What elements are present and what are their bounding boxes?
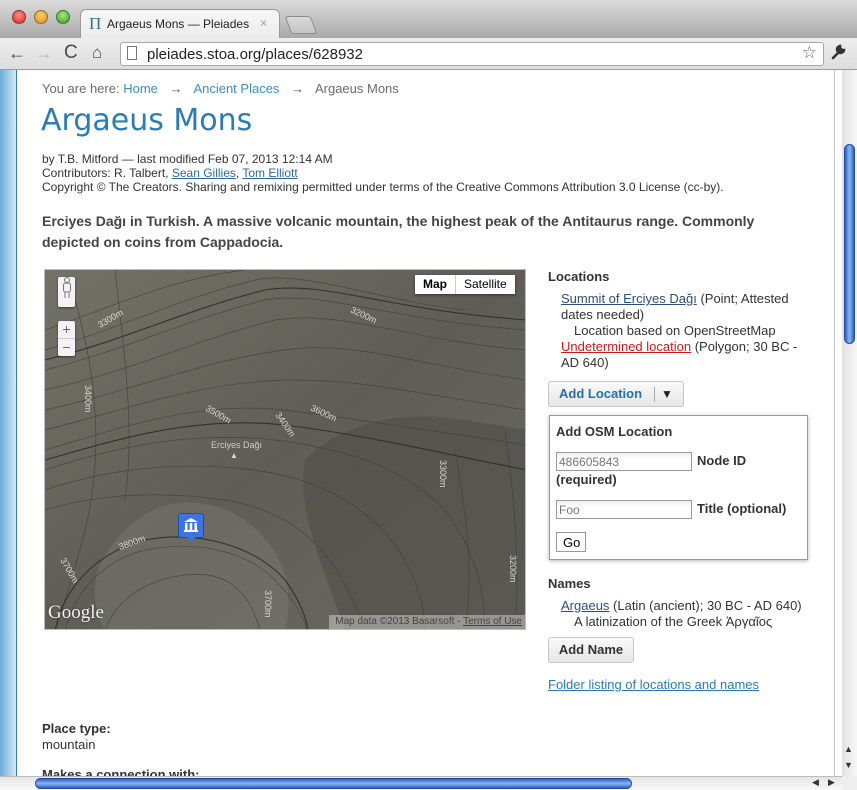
tab-title: Argaeus Mons — Pleiades xyxy=(107,17,250,31)
page-title: Argaeus Mons xyxy=(41,103,253,138)
name-detail: (Latin (ancient); 30 BC - AD 640) xyxy=(609,598,802,613)
node-id-input[interactable] xyxy=(556,452,692,471)
reload-icon[interactable]: C xyxy=(64,42,78,64)
location-link[interactable]: Undetermined location xyxy=(561,339,691,354)
button-divider xyxy=(654,387,655,402)
home-icon[interactable]: ⌂ xyxy=(92,42,102,64)
vertical-scrollbar[interactable]: ▲ ▼ xyxy=(842,70,857,776)
scroll-left-arrow-icon[interactable]: ◀ xyxy=(812,777,819,788)
map-attribution: Map data ©2013 Basarsoft - Terms of Use xyxy=(329,615,525,629)
location-note: Location based on OpenStreetMap xyxy=(574,323,776,338)
folder-listing-link[interactable]: Folder listing of locations and names xyxy=(548,677,759,693)
add-location-button[interactable]: Add Location ▼ xyxy=(548,381,684,407)
go-button[interactable]: Go xyxy=(556,532,586,552)
add-location-label: Add Location xyxy=(559,386,643,401)
name-note: A latinization of the Greek Ἀργαῖος xyxy=(574,614,773,629)
map-type-satellite-button[interactable]: Satellite xyxy=(456,275,515,294)
resize-grip-icon[interactable] xyxy=(842,776,857,790)
pleiades-favicon-icon: Π xyxy=(89,14,102,33)
close-window-button[interactable] xyxy=(12,10,26,24)
connections-heading: Makes a connection with: xyxy=(42,767,200,776)
side-column: Locations Summit of Erciyes Dağı (Point;… xyxy=(548,269,818,692)
zoom-in-button[interactable]: + xyxy=(58,321,75,339)
marker-pointer xyxy=(186,536,196,542)
name-link[interactable]: Argaeus xyxy=(561,598,609,613)
byline: by T.B. Mitford — last modified Feb 07, … xyxy=(42,152,333,166)
new-tab-button[interactable] xyxy=(284,16,318,34)
wrench-menu-icon[interactable] xyxy=(830,44,846,65)
breadcrumb-separator: → xyxy=(291,81,305,96)
bookmark-star-icon[interactable]: ☆ xyxy=(802,43,817,63)
contributors: Contributors: R. Talbert, Sean Gillies, … xyxy=(42,166,298,180)
breadcrumb-home[interactable]: Home xyxy=(123,81,158,96)
peak-triangle-icon: ▲ xyxy=(230,451,238,460)
forward-arrow-icon[interactable]: → xyxy=(35,42,53,64)
location-link[interactable]: Summit of Erciyes Dağı xyxy=(561,291,697,306)
form-title: Add OSM Location xyxy=(556,424,673,439)
horizontal-scrollbar[interactable]: ◀ ▶ xyxy=(0,776,842,790)
zoom-control: + − xyxy=(58,321,75,356)
place-type: Place type: mountain xyxy=(42,721,111,753)
title-input[interactable] xyxy=(556,500,692,519)
content-border xyxy=(834,70,835,776)
names-heading: Names xyxy=(548,576,591,591)
breadcrumb-current: Argaeus Mons xyxy=(314,81,399,96)
map-data-credit: Map data ©2013 Basarsoft - xyxy=(335,616,461,627)
breadcrumb: You are here: Home → Ancient Places → Ar… xyxy=(42,81,399,96)
scroll-right-arrow-icon[interactable]: ▶ xyxy=(828,777,835,788)
node-id-label: Node ID xyxy=(697,453,747,468)
minimize-window-button[interactable] xyxy=(34,10,48,24)
title-label: Title (optional) xyxy=(697,501,787,516)
scroll-down-arrow-icon[interactable]: ▼ xyxy=(844,760,853,770)
names-section: Names Argaeus (Latin (ancient); 30 BC - … xyxy=(548,576,802,630)
address-bar[interactable]: pleiades.stoa.org/places/628932 ☆ xyxy=(120,42,824,66)
map-type-map-button[interactable]: Map xyxy=(415,275,456,294)
map[interactable]: + − Map Satellite 3300m 3200m 3400m 3600m 35… xyxy=(44,269,526,630)
place-type-label: Place type: xyxy=(42,721,111,736)
browser-tab[interactable]: Π Argaeus Mons — Pleiades × xyxy=(80,9,280,38)
url-text[interactable]: pleiades.stoa.org/places/628932 xyxy=(147,46,363,63)
place-marker-temple-icon[interactable] xyxy=(178,513,204,538)
horizontal-scroll-thumb[interactable] xyxy=(35,778,632,789)
peak-label: Erciyes Dağı xyxy=(211,440,263,450)
left-decorative-bar xyxy=(0,70,17,776)
zoom-out-button[interactable]: − xyxy=(58,339,75,356)
close-tab-icon[interactable]: × xyxy=(260,16,267,30)
breadcrumb-prefix: You are here: xyxy=(42,81,120,96)
contributor-link[interactable]: Tom Elliott xyxy=(242,166,297,180)
page-viewport: You are here: Home → Ancient Places → Ar… xyxy=(0,70,842,776)
node-id-required-note: (required) xyxy=(556,472,617,487)
scroll-up-arrow-icon[interactable]: ▲ xyxy=(844,744,853,754)
breadcrumb-ancient-places[interactable]: Ancient Places xyxy=(193,81,279,96)
names-list: Argaeus (Latin (ancient); 30 BC - AD 640… xyxy=(561,598,802,630)
contributor-link[interactable]: Sean Gillies xyxy=(172,166,236,180)
place-type-value: mountain xyxy=(42,737,96,752)
terrain-contours xyxy=(45,270,525,629)
window-titlebar: Π Argaeus Mons — Pleiades × xyxy=(0,0,857,38)
location-item: Summit of Erciyes Dağı (Point; Attested … xyxy=(561,291,818,339)
add-osm-location-form: Add OSM Location Node ID (required) Titl… xyxy=(549,415,808,560)
google-logo: Google xyxy=(48,602,104,623)
locations-heading: Locations xyxy=(548,269,610,284)
document-byline: by T.B. Mitford — last modified Feb 07, … xyxy=(42,152,724,194)
breadcrumb-separator: → xyxy=(169,81,183,96)
vertical-scroll-thumb[interactable] xyxy=(844,144,855,344)
page-icon xyxy=(127,46,137,60)
place-description: Erciyes Dağı in Turkish. A massive volca… xyxy=(42,213,755,250)
locations-list: Summit of Erciyes Dağı (Point; Attested … xyxy=(561,291,818,371)
browser-toolbar: ← → C ⌂ pleiades.stoa.org/places/628932 … xyxy=(0,38,857,70)
zoom-window-button[interactable] xyxy=(56,10,70,24)
map-type-control: Map Satellite xyxy=(415,275,515,294)
street-view-pegman-icon[interactable] xyxy=(58,277,75,307)
location-item: Undetermined location (Polygon; 30 BC - … xyxy=(561,339,818,371)
add-name-button[interactable]: Add Name xyxy=(548,637,634,663)
contributors-label: Contributors: R. Talbert, xyxy=(42,166,169,180)
copyright: Copyright © The Creators. Sharing and re… xyxy=(42,180,724,194)
terms-of-use-link[interactable]: Terms of Use xyxy=(463,616,522,627)
dropdown-caret-icon[interactable]: ▼ xyxy=(661,382,673,406)
back-arrow-icon[interactable]: ← xyxy=(8,42,26,64)
